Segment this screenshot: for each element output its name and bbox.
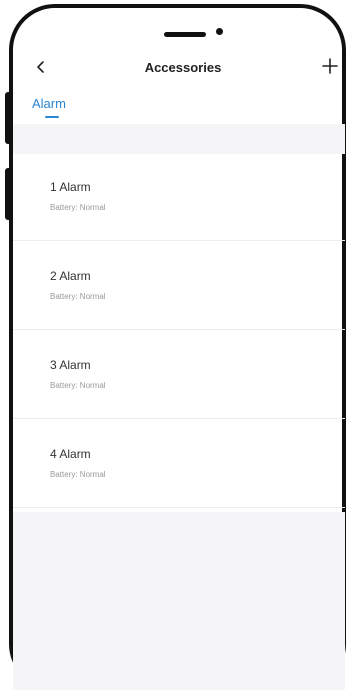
plus-icon[interactable] <box>320 56 340 76</box>
empty-area <box>13 512 345 690</box>
tab-bar: Alarm <box>22 94 342 124</box>
page-title: Accessories <box>144 60 222 75</box>
tab-alarm[interactable]: Alarm <box>32 96 66 111</box>
item-name: 2 Alarm <box>50 269 91 283</box>
list-item[interactable]: 4 Alarm Battery: Normal <box>13 419 345 508</box>
list-item[interactable]: 1 Alarm Battery: Normal <box>13 152 345 241</box>
item-name: 3 Alarm <box>50 358 91 372</box>
tab-active-indicator <box>45 116 59 118</box>
app-header: Accessories <box>22 52 344 82</box>
item-battery-status: Battery: Normal <box>50 292 106 301</box>
item-name: 4 Alarm <box>50 447 91 461</box>
item-battery-status: Battery: Normal <box>50 381 106 390</box>
accessory-list: 1 Alarm Battery: Normal 2 Alarm Battery:… <box>13 152 345 508</box>
camera-dot <box>216 28 223 35</box>
item-name: 1 Alarm <box>50 180 91 194</box>
list-item[interactable]: 3 Alarm Battery: Normal <box>13 330 345 419</box>
list-item[interactable]: 2 Alarm Battery: Normal <box>13 241 345 330</box>
item-battery-status: Battery: Normal <box>50 203 106 212</box>
list-header-gap <box>13 124 345 154</box>
item-battery-status: Battery: Normal <box>50 470 106 479</box>
notch-bar <box>164 32 206 37</box>
